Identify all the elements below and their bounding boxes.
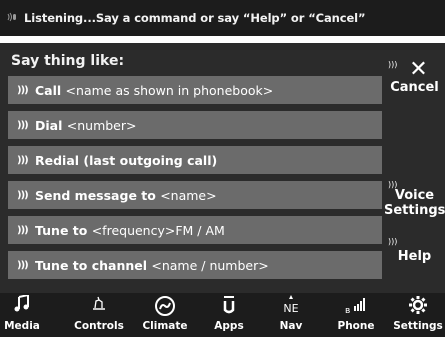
nav-label: Climate bbox=[142, 320, 188, 332]
climate-icon bbox=[134, 295, 196, 319]
command-label: Call <name as shown in phonebook> bbox=[35, 82, 274, 98]
voice-settings-label-2: Settings bbox=[384, 203, 445, 218]
phone-signal-icon: ʙ bbox=[326, 295, 386, 319]
svg-text:NE: NE bbox=[283, 302, 298, 315]
status-text: Listening...Say a command or say “Help” … bbox=[24, 11, 366, 25]
command-label: Tune to <frequency>FM / AM bbox=[35, 222, 225, 238]
nav-item-apps[interactable]: Apps bbox=[198, 293, 260, 337]
help-button[interactable]: ))) Help bbox=[384, 235, 445, 269]
voice-icon: ))) bbox=[17, 259, 29, 271]
voice-listening-icon bbox=[6, 11, 20, 26]
command-label: Redial (last outgoing call) bbox=[35, 152, 218, 168]
command-call[interactable]: ))) Call <name as shown in phonebook> bbox=[8, 76, 382, 104]
voice-icon: ))) bbox=[17, 84, 29, 96]
close-icon: ✕ bbox=[409, 57, 428, 82]
nav-label: Apps bbox=[214, 320, 244, 332]
cancel-label: Cancel bbox=[390, 80, 439, 95]
command-redial[interactable]: ))) Redial (last outgoing call) bbox=[8, 146, 382, 174]
apps-icon bbox=[198, 295, 260, 319]
gear-icon bbox=[391, 295, 445, 319]
nav-item-controls[interactable]: Controls bbox=[68, 293, 130, 337]
command-dial[interactable]: ))) Dial <number> bbox=[8, 111, 382, 139]
nav-label: Nav bbox=[279, 320, 303, 332]
compass-icon: NE bbox=[262, 295, 320, 319]
nav-item-settings[interactable]: Settings bbox=[391, 293, 445, 337]
cancel-button[interactable]: ))) ✕ Cancel bbox=[384, 57, 445, 100]
svg-text:ʙ: ʙ bbox=[345, 306, 350, 315]
voice-icon: ))) bbox=[17, 224, 29, 236]
command-tune-to-channel[interactable]: ))) Tune to channel <name / number> bbox=[8, 251, 382, 279]
side-buttons: ))) ✕ Cancel ))) Voice Settings ))) Help bbox=[384, 43, 445, 293]
nav-item-media[interactable]: Media bbox=[0, 293, 44, 337]
command-label: Send message to <name> bbox=[35, 187, 217, 203]
nav-label: Controls bbox=[74, 320, 124, 332]
controls-icon bbox=[68, 295, 130, 319]
voice-icon: ))) bbox=[17, 119, 29, 131]
nav-label: Settings bbox=[393, 320, 443, 332]
nav-item-phone[interactable]: ʙ Phone bbox=[326, 293, 386, 337]
voice-settings-label: Voice bbox=[394, 188, 435, 203]
command-label: Tune to channel <name / number> bbox=[35, 257, 269, 273]
music-note-icon bbox=[0, 293, 44, 319]
nav-item-climate[interactable]: Climate bbox=[134, 293, 196, 337]
nav-label: Media bbox=[4, 320, 40, 332]
command-send-message[interactable]: ))) Send message to <name> bbox=[8, 181, 382, 209]
bottom-nav: Media Controls Climate Apps NE Nav ʙ Pho… bbox=[0, 293, 445, 337]
command-label: Dial <number> bbox=[35, 117, 137, 133]
status-bar: Listening...Say a command or say “Help” … bbox=[0, 0, 445, 36]
voice-settings-button[interactable]: ))) Voice Settings bbox=[384, 178, 445, 222]
voice-icon: ))) bbox=[17, 154, 29, 166]
voice-icon: ))) bbox=[388, 60, 398, 69]
voice-icon: ))) bbox=[17, 189, 29, 201]
voice-command-screen: Listening...Say a command or say “Help” … bbox=[0, 0, 445, 337]
voice-icon: ))) bbox=[388, 237, 398, 246]
voice-icon: ))) bbox=[388, 180, 398, 189]
nav-item-nav[interactable]: NE Nav bbox=[262, 293, 320, 337]
help-label: Help bbox=[397, 249, 432, 264]
page-title: Say thing like: bbox=[11, 53, 125, 69]
nav-label: Phone bbox=[337, 320, 375, 332]
command-tune-to[interactable]: ))) Tune to <frequency>FM / AM bbox=[8, 216, 382, 244]
